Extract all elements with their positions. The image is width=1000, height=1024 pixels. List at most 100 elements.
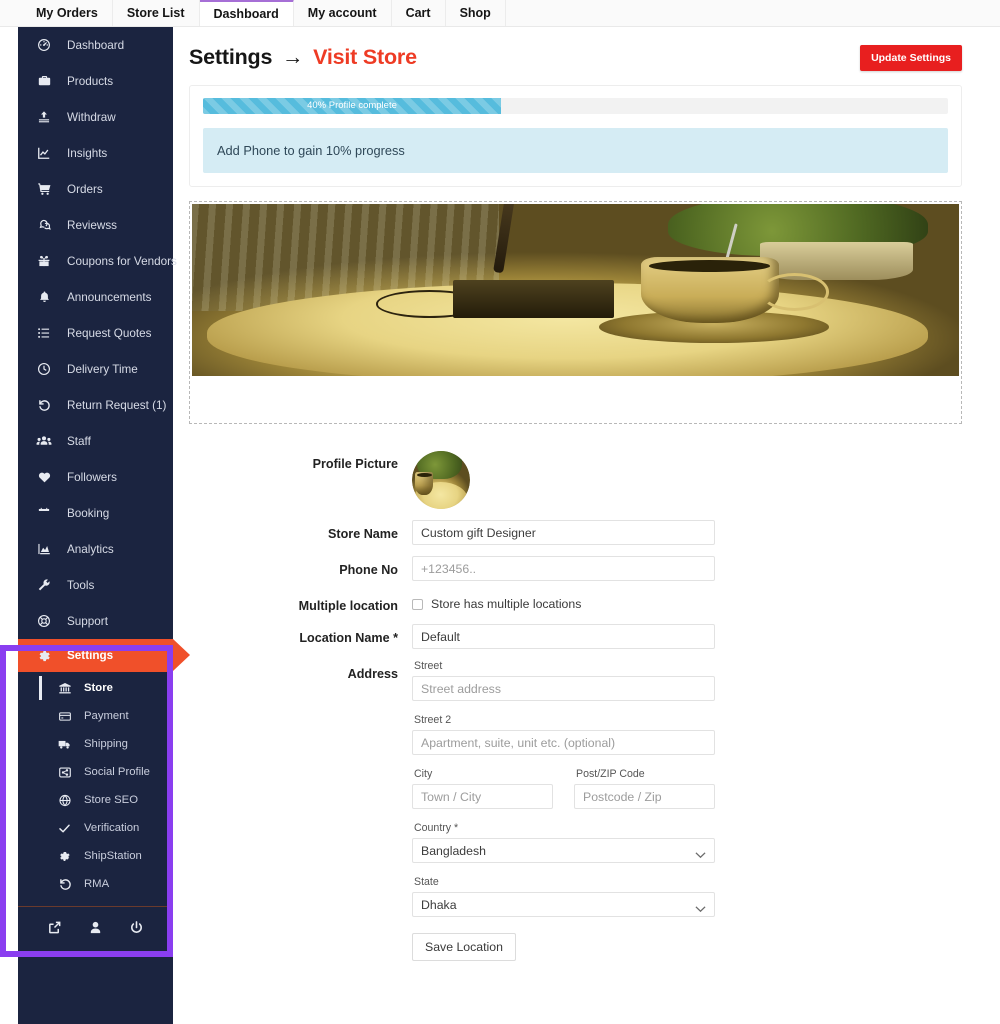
sidebar-item-analytics[interactable]: Analytics (18, 531, 173, 567)
street-input[interactable] (412, 676, 715, 701)
topnav-item-shop[interactable]: Shop (445, 0, 506, 26)
country-label: Country * (414, 822, 459, 834)
sidebar-item-dashboard[interactable]: Dashboard (18, 27, 173, 63)
topnav-item-dashboard[interactable]: Dashboard (199, 0, 294, 26)
sidebar-item-orders[interactable]: Orders (18, 171, 173, 207)
check-icon (56, 821, 73, 836)
speedometer-icon (34, 37, 54, 53)
sidebar-item-label: Booking (67, 506, 110, 520)
gear-icon (34, 648, 54, 664)
sidebar-subitem-label: Verification (84, 822, 140, 834)
multiple-location-label: Multiple location (298, 599, 398, 613)
sidebar-item-announcements[interactable]: Announcements (18, 279, 173, 315)
postcode-input[interactable] (574, 784, 715, 809)
upload-box-icon (34, 109, 54, 125)
sidebar-item-return-request-1[interactable]: Return Request (1) (18, 387, 173, 423)
store-banner-image[interactable] (192, 204, 959, 376)
sidebar-subitem-label: Payment (84, 710, 129, 722)
sidebar-item-staff[interactable]: Staff (18, 423, 173, 459)
bell-icon (34, 289, 54, 305)
phone-input[interactable] (412, 556, 715, 581)
profile-picture-row: Profile Picture (264, 450, 962, 509)
progress-bar-fill: 40% Profile complete (203, 98, 501, 114)
avatar[interactable] (412, 451, 470, 509)
city-input[interactable] (412, 784, 553, 809)
topnav-item-cart[interactable]: Cart (391, 0, 446, 26)
sidebar-subitem-shipping[interactable]: Shipping (18, 730, 173, 758)
globe-icon (56, 793, 73, 808)
topnav-item-my-orders[interactable]: My Orders (22, 0, 113, 26)
sidebar-item-label: Reviewss (67, 218, 118, 232)
sidebar-item-label: Insights (67, 146, 108, 160)
sidebar-item-label: Followers (67, 470, 118, 484)
sidebar-item-booking[interactable]: Booking (18, 495, 173, 531)
sidebar-item-coupons-for-vendors[interactable]: Coupons for Vendors (18, 243, 177, 279)
sidebar-item-followers[interactable]: Followers (18, 459, 173, 495)
sidebar-item-delivery-time[interactable]: Delivery Time (18, 351, 173, 387)
comments-icon (34, 217, 54, 233)
sidebar-item-withdraw[interactable]: Withdraw (18, 99, 173, 135)
credit-card-icon (56, 709, 73, 724)
gear-icon (56, 849, 73, 864)
location-name-input[interactable] (412, 624, 715, 649)
sidebar-item-label: Support (67, 614, 108, 628)
store-name-input[interactable] (412, 520, 715, 545)
profile-progress-card: 40% Profile complete Add Phone to gain 1… (189, 85, 962, 187)
sidebar-subitem-social-profile[interactable]: Social Profile (18, 758, 173, 786)
sidebar-menu: Dashboard Products Withdraw Insights Orders R… (18, 27, 177, 639)
sidebar-subitem-payment[interactable]: Payment (18, 702, 173, 730)
sidebar-subitem-label: Shipping (84, 738, 128, 750)
sidebar-subitem-verification[interactable]: Verification (18, 814, 173, 842)
sidebar-item-label: Products (67, 74, 114, 88)
sidebar-settings-submenu: Store Payment Shipping Social Profile Store … (18, 672, 173, 898)
street2-label: Street 2 (414, 714, 452, 726)
sidebar-subitem-rma[interactable]: RMA (18, 870, 173, 898)
arrow-right-icon: → (282, 45, 304, 69)
multiple-location-checkbox[interactable] (412, 598, 423, 610)
sidebar-item-settings-label: Settings (67, 649, 114, 662)
topnav-item-label: My account (307, 6, 377, 20)
sidebar-item-label: Orders (67, 182, 103, 196)
state-select[interactable] (412, 892, 715, 917)
topnav-item-label: My Orders (36, 6, 98, 20)
page-header: Settings → Visit Store Update Settings (189, 45, 962, 85)
power-icon[interactable] (129, 920, 144, 940)
user-icon[interactable] (88, 920, 103, 940)
undo-icon (34, 397, 54, 413)
postcode-label: Post/ZIP Code (576, 768, 645, 780)
visit-store-link[interactable]: Visit Store (313, 45, 417, 69)
street2-input[interactable] (412, 730, 715, 755)
store-banner-dropzone[interactable] (189, 201, 962, 424)
country-select[interactable] (412, 838, 715, 863)
topnav-item-label: Shop (459, 6, 491, 20)
sidebar-item-label: Coupons for Vendors (67, 254, 177, 268)
sidebar-item-label: Tools (67, 578, 95, 592)
topnav-item-label: Dashboard (213, 7, 279, 21)
sidebar-subitem-label: ShipStation (84, 850, 142, 862)
sidebar-item-tools[interactable]: Tools (18, 567, 173, 603)
sidebar-item-insights[interactable]: Insights (18, 135, 173, 171)
topnav-item-my-account[interactable]: My account (293, 0, 392, 26)
wrench-icon (34, 577, 54, 593)
sidebar-item-reviewss[interactable]: Reviewss (18, 207, 173, 243)
external-link-icon[interactable] (47, 920, 62, 940)
vendor-dashboard-sidebar: Dashboard Products Withdraw Insights Orders R… (0, 27, 190, 1024)
sidebar-subitem-store[interactable]: Store (18, 674, 173, 702)
calendar-icon (34, 505, 54, 521)
update-settings-button[interactable]: Update Settings (860, 45, 962, 71)
sidebar-subitem-label: Store SEO (84, 794, 138, 806)
truck-icon (56, 737, 73, 752)
sidebar-item-support[interactable]: Support (18, 603, 173, 639)
page-title: Settings → Visit Store (189, 45, 417, 70)
topnav-item-store-list[interactable]: Store List (112, 0, 200, 26)
sidebar-subitem-label: Store (84, 682, 113, 694)
sidebar-subitem-shipstation[interactable]: ShipStation (18, 842, 173, 870)
sidebar-item-request-quotes[interactable]: Request Quotes (18, 315, 173, 351)
save-location-button[interactable]: Save Location (412, 933, 516, 961)
gift-icon (34, 253, 54, 269)
sidebar-item-products[interactable]: Products (18, 63, 173, 99)
store-name-row: Store Name (264, 520, 962, 545)
sidebar-subitem-store-seo[interactable]: Store SEO (18, 786, 173, 814)
multiple-location-row: Multiple location Store has multiple loc… (264, 592, 962, 613)
sidebar-item-settings[interactable]: Settings (18, 639, 190, 672)
